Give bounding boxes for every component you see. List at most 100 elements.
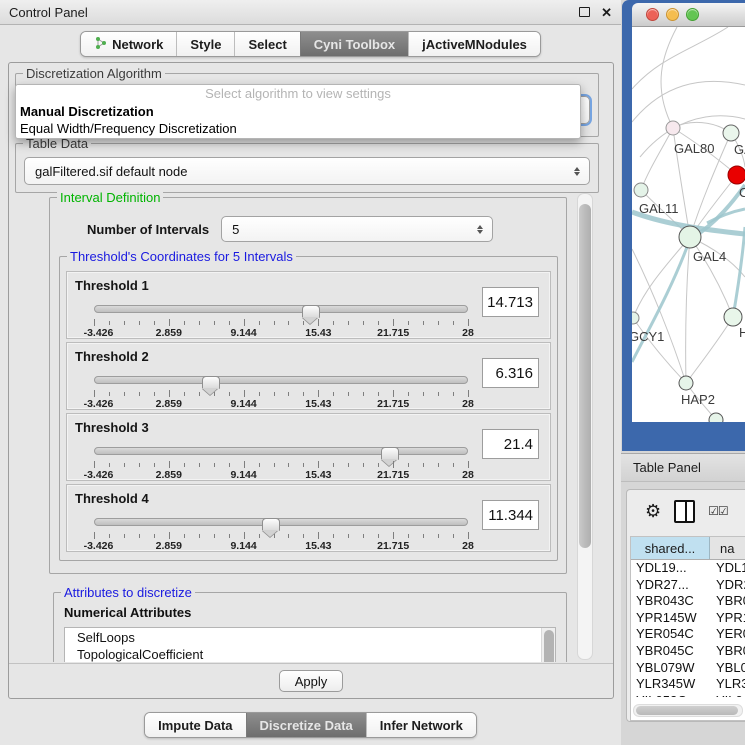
cell-shared-name: YER054C xyxy=(631,626,709,643)
slider-tick-label: 2.859 xyxy=(156,469,182,481)
slider-tick-label: 9.144 xyxy=(230,469,256,481)
tab-style[interactable]: Style xyxy=(176,32,234,56)
table-row[interactable]: YIL052CYIL0 xyxy=(631,693,745,697)
threshold-label: Threshold 1 xyxy=(75,278,149,293)
slider-handle[interactable] xyxy=(302,305,320,318)
numerical-attributes-label: Numerical Attributes xyxy=(64,605,556,620)
table-horizontal-scrollbar[interactable] xyxy=(633,704,743,717)
zoom-light[interactable] xyxy=(686,8,699,21)
tab-label: Impute Data xyxy=(158,718,232,733)
network-node[interactable] xyxy=(634,183,648,197)
cell-shared-name: YDR27... xyxy=(631,577,709,594)
panel-scrollbar[interactable] xyxy=(577,193,593,660)
slider-tick-label: 15.43 xyxy=(305,327,331,339)
slider-tick-label: -3.426 xyxy=(84,398,114,410)
threshold-label: Threshold 4 xyxy=(75,491,149,506)
tab-label: Style xyxy=(190,37,221,52)
attribute-list-item[interactable]: SelfLoops xyxy=(77,630,541,647)
slider-tick-label: 15.43 xyxy=(305,469,331,481)
tab-infer-network[interactable]: Infer Network xyxy=(366,713,476,737)
network-node-label: GAL4 xyxy=(693,249,726,264)
network-node[interactable] xyxy=(632,312,639,324)
slider-tick-label: 21.715 xyxy=(377,540,409,552)
table-row[interactable]: YPR145WYPR1 xyxy=(631,610,745,627)
network-node[interactable] xyxy=(728,166,745,184)
network-node[interactable] xyxy=(723,125,739,141)
cyni-toolbox-content: Discretization Algorithm Select algorith… xyxy=(8,62,614,699)
cell-name: YBR0 xyxy=(709,643,745,660)
network-node[interactable] xyxy=(666,121,680,135)
tab-impute-data[interactable]: Impute Data xyxy=(145,713,245,737)
number-of-intervals-label: Number of Intervals xyxy=(87,222,209,237)
thresholds-group: Threshold's Coordinates for 5 Intervals … xyxy=(59,256,558,561)
threshold-slider[interactable]: -3.4262.8599.14415.4321.71528 xyxy=(94,443,468,477)
list-scrollbar[interactable] xyxy=(541,628,555,662)
tab-label: Infer Network xyxy=(380,718,463,733)
column-header-name[interactable]: na xyxy=(710,537,745,559)
close-light[interactable] xyxy=(646,8,659,21)
threshold-slider[interactable]: -3.4262.8599.14415.4321.71528 xyxy=(94,301,468,335)
close-icon[interactable]: ✕ xyxy=(601,6,612,19)
table-row[interactable]: YBR045CYBR0 xyxy=(631,643,745,660)
slider-tick-label: -3.426 xyxy=(84,540,114,552)
minimize-light[interactable] xyxy=(666,8,679,21)
tab-jactivemnodules[interactable]: jActiveMNodules xyxy=(408,32,540,56)
tab-label: Network xyxy=(112,37,163,52)
threshold-value-field[interactable]: 6.316 xyxy=(482,358,539,388)
gear-icon[interactable]: ⚙ xyxy=(645,502,661,520)
attributes-group-title: Attributes to discretize xyxy=(61,585,195,600)
threshold-slider[interactable]: -3.4262.8599.14415.4321.71528 xyxy=(94,514,468,548)
slider-handle[interactable] xyxy=(262,518,280,531)
network-node[interactable] xyxy=(679,226,701,248)
slider-handle[interactable] xyxy=(202,376,220,389)
table-row[interactable]: YDR27...YDR2 xyxy=(631,577,745,594)
tab-label: Discretize Data xyxy=(260,718,353,733)
threshold-value-field[interactable]: 21.4 xyxy=(482,429,539,459)
float-window-icon[interactable] xyxy=(579,7,590,17)
network-node[interactable] xyxy=(724,308,742,326)
tab-label: jActiveMNodules xyxy=(422,37,527,52)
tab-network[interactable]: Network xyxy=(81,32,176,56)
threshold-value-field[interactable]: 11.344 xyxy=(482,500,539,530)
threshold-slider[interactable]: -3.4262.8599.14415.4321.71528 xyxy=(94,372,468,406)
slider-tick-label: 2.859 xyxy=(156,540,182,552)
table-row[interactable]: YDL19...YDL1 xyxy=(631,560,745,577)
table-row[interactable]: YBL079WYBL0 xyxy=(631,660,745,677)
table-data-combobox[interactable]: galFiltered.sif default node xyxy=(24,157,590,185)
attribute-list-item[interactable]: TopologicalCoefficient xyxy=(77,647,541,663)
number-of-intervals-combobox[interactable]: 5 xyxy=(221,216,493,242)
control-panel: Control Panel ✕ Network Style SelectCyni T… xyxy=(0,0,622,745)
table-row[interactable]: YBR043CYBR0 xyxy=(631,593,745,610)
table-row[interactable]: YER054CYER0 xyxy=(631,626,745,643)
network-canvas[interactable]: GAL80GACGAL11GAL4GCY1HHAP2 xyxy=(632,27,745,422)
tab-discretize-data[interactable]: Discretize Data xyxy=(246,713,366,737)
tab-cyni-toolbox[interactable]: Cyni Toolbox xyxy=(300,32,408,56)
algorithm-option-manual[interactable]: Manual Discretization xyxy=(16,103,580,120)
algorithm-option-equal-width[interactable]: Equal Width/Frequency Discretization xyxy=(16,120,580,137)
network-edge xyxy=(632,27,728,89)
table-row[interactable]: YLR345WYLR3 xyxy=(631,676,745,693)
thresholds-group-title: Threshold's Coordinates for 5 Intervals xyxy=(67,249,296,264)
checkboxes-icon[interactable]: ☑☑ xyxy=(708,504,728,518)
cell-name: YDR2 xyxy=(709,577,745,594)
slider-handle[interactable] xyxy=(381,447,399,460)
discretization-algorithm-title: Discretization Algorithm xyxy=(23,66,165,81)
apply-button[interactable]: Apply xyxy=(279,670,343,692)
column-header-shared-name[interactable]: shared... xyxy=(631,537,710,559)
table-data-group: Table Data galFiltered.sif default node xyxy=(15,143,599,193)
network-node[interactable] xyxy=(679,376,693,390)
cell-name: YPR1 xyxy=(709,610,745,627)
panel-titlebar: Control Panel ✕ xyxy=(0,0,621,25)
tab-select[interactable]: Select xyxy=(234,32,299,56)
algorithm-prompt-item[interactable]: Select algorithm to view settings xyxy=(16,85,580,103)
threshold-value-field[interactable]: 14.713 xyxy=(482,287,539,317)
slider-tick-label: 28 xyxy=(462,327,474,339)
panel-title: Control Panel xyxy=(9,5,88,20)
slider-tick-label: 28 xyxy=(462,540,474,552)
network-window[interactable]: GAL80GACGAL11GAL4GCY1HHAP2 xyxy=(622,0,745,451)
slider-tick-label: -3.426 xyxy=(84,469,114,481)
slider-tick-label: 21.715 xyxy=(377,398,409,410)
columns-icon[interactable] xyxy=(674,500,695,523)
network-node[interactable] xyxy=(709,413,723,422)
network-edge-highlighted xyxy=(733,227,745,317)
